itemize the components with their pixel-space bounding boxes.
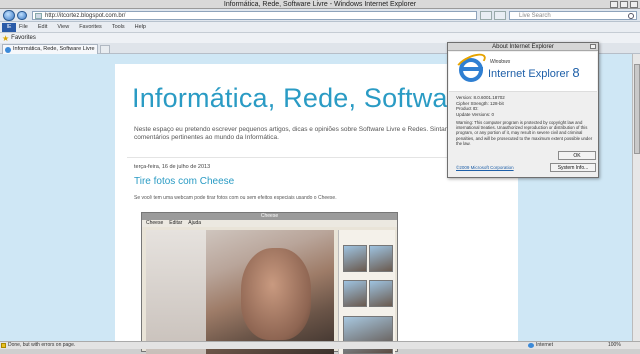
page-icon <box>35 13 42 19</box>
search-placeholder: Live Search <box>519 13 551 19</box>
window-controls <box>610 1 638 8</box>
menu-favorites[interactable]: Favorites <box>79 24 102 30</box>
scrollbar-thumb[interactable] <box>634 64 640 154</box>
menu-edit[interactable]: Edit <box>38 24 47 30</box>
cheese-window-title: Cheese <box>142 213 397 220</box>
address-url: http://itcortez.blogspot.com.br/ <box>45 13 126 19</box>
thumbnail <box>369 245 393 272</box>
status-bar: Done, but with errors on page. Internet … <box>0 341 640 349</box>
close-button[interactable] <box>630 1 638 8</box>
menu-bar: IE File Edit View Favorites Tools Help <box>0 22 640 33</box>
cheese-menu-editar: Editar <box>169 220 183 226</box>
product-label: Internet Explorer <box>488 68 570 80</box>
address-bar[interactable]: http://itcortez.blogspot.com.br/ <box>32 11 477 20</box>
back-button[interactable] <box>3 10 15 21</box>
ok-button[interactable]: OK <box>558 151 596 160</box>
dialog-close-button[interactable] <box>590 44 596 49</box>
cheese-menu-cheese: Cheese <box>146 220 164 226</box>
search-icon[interactable] <box>628 13 634 19</box>
maximize-button[interactable] <box>620 1 628 8</box>
thumbnail <box>343 280 367 307</box>
ie8-logo: Windows Internet Explorer 8 <box>449 49 597 92</box>
security-zone: Internet <box>528 342 553 349</box>
cheese-menu-ajuda: Ajuda <box>188 220 202 226</box>
menu-tools[interactable]: Tools <box>112 24 125 30</box>
tab-label: Informática, Rede, Software Livre <box>13 46 95 52</box>
cheese-screenshot: Cheese Cheese Editar Ajuda <box>141 212 398 354</box>
copyright-link[interactable]: ©2009 Microsoft Corporation <box>456 165 514 170</box>
new-tab-button[interactable] <box>100 45 110 54</box>
update-line: Update Versions: 0 <box>456 111 495 117</box>
about-dialog: About Internet Explorer Windows Internet… <box>447 42 599 178</box>
stop-icon[interactable] <box>494 11 506 20</box>
zone-label: Internet <box>536 342 553 348</box>
minimize-button[interactable] <box>610 1 618 8</box>
dialog-title: About Internet Explorer <box>492 44 554 50</box>
address-toolbar: http://itcortez.blogspot.com.br/ Live Se… <box>0 9 640 22</box>
webcam-photo <box>146 230 334 354</box>
warning-icon[interactable] <box>1 343 6 348</box>
product-version: 8 <box>572 65 580 80</box>
globe-icon <box>528 343 534 348</box>
window-title: Informática, Rede, Software Livre - Wind… <box>223 1 417 8</box>
tab-ie-icon <box>5 47 11 53</box>
zoom-level[interactable]: 100% <box>600 342 621 349</box>
photo-thumbnails <box>338 230 395 354</box>
photo-face <box>241 248 311 340</box>
zoom-label: 100% <box>608 342 621 348</box>
search-input[interactable]: Live Search <box>509 11 637 20</box>
menu-help[interactable]: Help <box>135 24 146 30</box>
address-tools <box>480 11 506 20</box>
system-info-button[interactable]: System Info... <box>550 163 596 172</box>
dialog-titlebar: About Internet Explorer <box>448 43 598 51</box>
product-name: Internet Explorer 8 <box>488 65 580 80</box>
refresh-icon[interactable] <box>480 11 492 20</box>
photo-wall <box>146 230 206 354</box>
window-titlebar: Informática, Rede, Software Livre - Wind… <box>0 0 640 9</box>
post-title[interactable]: Tire fotos com Cheese <box>134 176 234 187</box>
tab-blog[interactable]: Informática, Rede, Software Livre <box>2 44 98 54</box>
favorites-label[interactable]: Favorites <box>11 35 36 41</box>
thumbnail <box>343 245 367 272</box>
status-text[interactable]: Done, but with errors on page. <box>8 342 75 349</box>
version-line: Version: 8.0.6001.18702 <box>456 95 505 100</box>
post-date: terça-feira, 16 de julho de 2013 <box>134 164 211 170</box>
post-intro: Se você tem uma webcam pode tirar fotos … <box>134 195 337 201</box>
thumbnail <box>369 280 393 307</box>
copyright-warning: Warning: This computer program is protec… <box>456 120 593 146</box>
menu-view[interactable]: View <box>57 24 69 30</box>
menu-file[interactable]: File <box>19 24 28 30</box>
vertical-scrollbar[interactable] <box>632 54 640 341</box>
version-info: Version: 8.0.6001.18702 Cipher Strength:… <box>456 95 505 117</box>
cheese-menu: Cheese Editar Ajuda <box>142 220 397 227</box>
ie-logo-icon: IE <box>2 22 16 32</box>
forward-button[interactable] <box>17 11 27 20</box>
favorites-star-icon[interactable]: ★ <box>2 34 9 43</box>
